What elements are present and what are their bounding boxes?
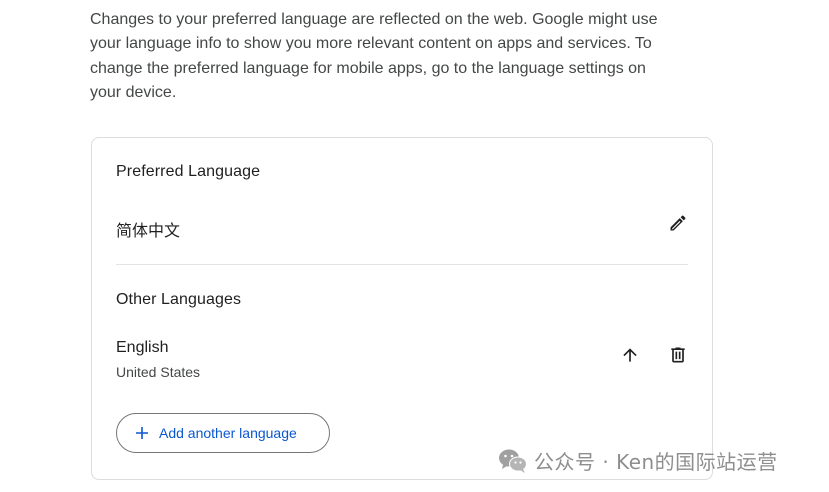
plus-icon xyxy=(135,426,149,440)
pencil-icon xyxy=(668,213,688,238)
delete-language-button[interactable] xyxy=(664,343,692,371)
other-language-name: English xyxy=(116,339,169,356)
move-language-up-button[interactable] xyxy=(616,343,644,371)
other-language-region: United States xyxy=(116,364,201,380)
arrow-up-icon xyxy=(620,345,640,370)
other-languages-heading: Other Languages xyxy=(116,291,242,308)
language-card: Preferred Language 简体中文 Other Languages … xyxy=(91,137,713,480)
edit-preferred-language-button[interactable] xyxy=(664,211,692,239)
section-divider xyxy=(116,264,688,265)
intro-text: Changes to your preferred language are r… xyxy=(90,11,658,101)
trash-icon xyxy=(668,345,688,370)
watermark-text: 公众号 · Ken的国际站运营 xyxy=(534,450,778,474)
watermark: 公众号 · Ken的国际站运营 xyxy=(498,446,778,475)
add-language-label: Add another language xyxy=(159,425,297,441)
preferred-language-name: 简体中文 xyxy=(116,221,181,240)
preferred-language-heading: Preferred Language xyxy=(116,163,261,180)
add-another-language-button[interactable]: Add another language xyxy=(116,413,330,453)
wechat-icon xyxy=(498,448,528,474)
